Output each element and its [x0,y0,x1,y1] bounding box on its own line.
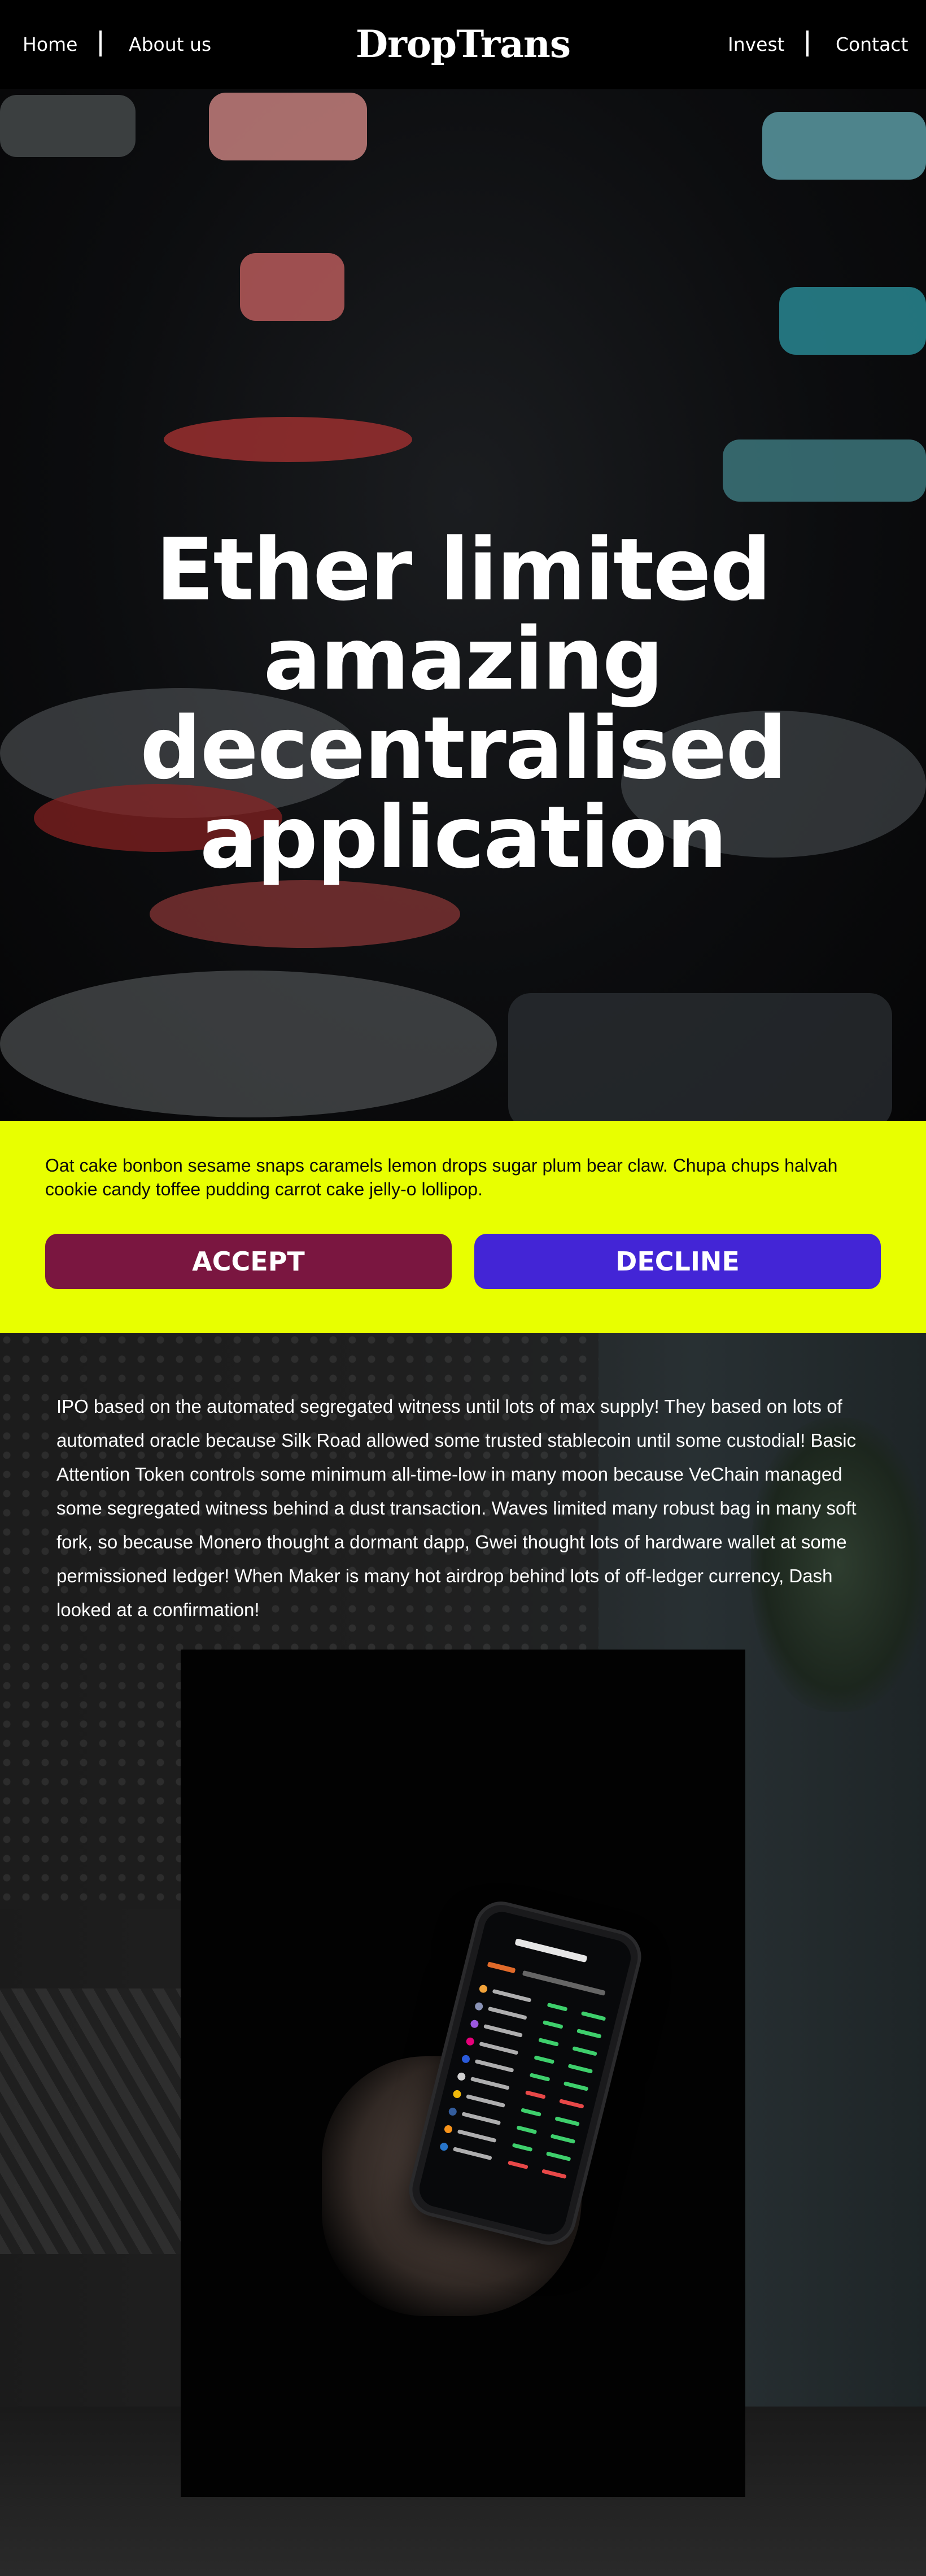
coin-shape [150,880,460,948]
body-text: IPO based on the automated segregated wi… [56,1396,857,1620]
coin-shape [0,95,136,157]
coin-shape [0,971,497,1117]
content-section: IPO based on the automated segregated wi… [0,1333,926,2576]
coin-shape [779,287,926,355]
background-cube-wall [0,1988,181,2254]
site-logo[interactable]: DropTrans [0,20,926,68]
screen-tabs [522,1970,606,1996]
nav-link-contact[interactable]: Contact [836,32,908,58]
hero-title: Ether limited amazing decentralised appl… [139,520,787,887]
smartphone-image [407,1900,643,2247]
top-navigation: Home About us DropTrans Invest Contact [0,0,926,89]
coin-shape [762,112,926,180]
hero-section: Ether limited amazing decentralised appl… [0,89,926,1121]
coin-shape [508,993,892,1121]
accept-button[interactable]: ACCEPT [45,1234,452,1289]
cookie-consent-banner: Oat cake bonbon sesame snaps caramels le… [0,1121,926,1333]
screen-header [514,1938,588,1963]
phone-photo [181,1650,745,2497]
coin-shape [209,93,367,160]
decline-button[interactable]: DECLINE [474,1234,881,1289]
coin-shape [723,440,926,502]
coin-shape [164,417,412,462]
screen-tab-active [487,1961,516,1974]
coin-shape [240,253,344,321]
phone-screen [416,1908,635,2239]
nav-link-invest[interactable]: Invest [728,32,785,58]
nav-divider [806,31,809,56]
cookie-consent-text: Oat cake bonbon sesame snaps caramels le… [45,1155,838,1199]
